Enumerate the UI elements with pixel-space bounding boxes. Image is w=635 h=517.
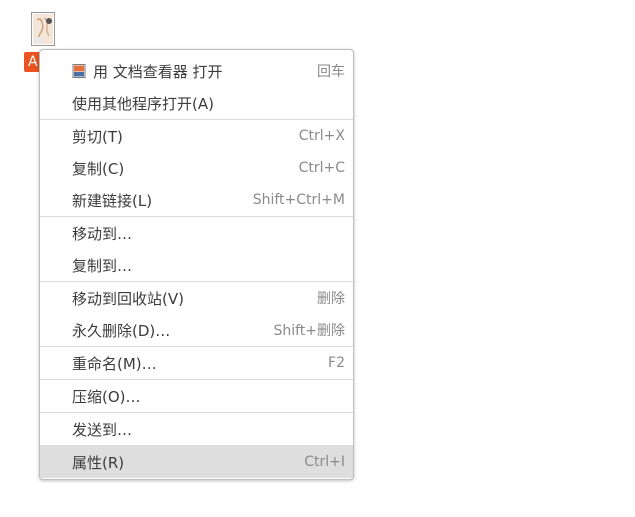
menu-item[interactable]: 压缩(O)… <box>40 380 353 412</box>
menu-item[interactable]: 新建链接(L) Shift+Ctrl+M <box>40 184 353 216</box>
desktop: A 用 文档查看器 打开 回车使用其他程序打开(A) 剪切(T) Ctrl+X 复制(C… <box>0 0 635 517</box>
context-menu: 用 文档查看器 打开 回车使用其他程序打开(A) 剪切(T) Ctrl+X 复制(C) C… <box>39 49 354 480</box>
menu-item[interactable]: 移动到… <box>40 217 353 249</box>
menu-item[interactable]: 复制(C) Ctrl+C <box>40 152 353 184</box>
menu-item[interactable]: 复制到… <box>40 249 353 281</box>
menu-item[interactable]: 剪切(T) Ctrl+X <box>40 120 353 152</box>
menu-item-label: 复制到… <box>72 256 133 275</box>
menu-item-label: 新建链接(L) <box>72 191 153 210</box>
menu-item-label: 使用其他程序打开(A) <box>72 94 214 113</box>
menu-item-label: 复制(C) <box>72 159 125 178</box>
menu-item-shortcut: Ctrl+X <box>298 128 345 144</box>
menu-item-label: 发送到… <box>72 420 133 439</box>
menu-item[interactable]: 永久删除(D)… Shift+删除 <box>40 314 353 346</box>
menu-item-label: 永久删除(D)… <box>72 321 171 340</box>
menu-item-label: 用 文档查看器 打开 <box>93 62 223 81</box>
menu-item[interactable]: 发送到… <box>40 413 353 445</box>
pdf-file-icon[interactable] <box>31 12 55 46</box>
menu-item-label: 压缩(O)… <box>72 387 141 406</box>
menu-item-shortcut: Ctrl+C <box>298 160 345 176</box>
menu-item[interactable]: 移动到回收站(V) 删除 <box>40 282 353 314</box>
menu-item-shortcut: Ctrl+I <box>304 454 345 470</box>
document-viewer-icon <box>72 64 86 78</box>
menu-item[interactable]: 用 文档查看器 打开 回车 <box>40 55 353 87</box>
menu-item[interactable]: 属性(R) Ctrl+I <box>40 446 353 478</box>
menu-item-label: 剪切(T) <box>72 127 123 146</box>
menu-item-shortcut: F2 <box>328 355 345 371</box>
menu-item[interactable]: 重命名(M)… F2 <box>40 347 353 379</box>
menu-item[interactable]: 使用其他程序打开(A) <box>40 87 353 119</box>
menu-item-shortcut: Shift+删除 <box>273 323 345 339</box>
menu-item-shortcut: 回车 <box>317 64 345 80</box>
menu-item-shortcut: Shift+Ctrl+M <box>252 192 345 208</box>
menu-item-label: 移动到回收站(V) <box>72 289 184 308</box>
menu-item-label: 移动到… <box>72 224 133 243</box>
menu-item-label: 属性(R) <box>72 453 125 472</box>
menu-item-label: 重命名(M)… <box>72 354 157 373</box>
file-name-text: A <box>28 54 38 70</box>
menu-item-shortcut: 删除 <box>317 291 345 307</box>
